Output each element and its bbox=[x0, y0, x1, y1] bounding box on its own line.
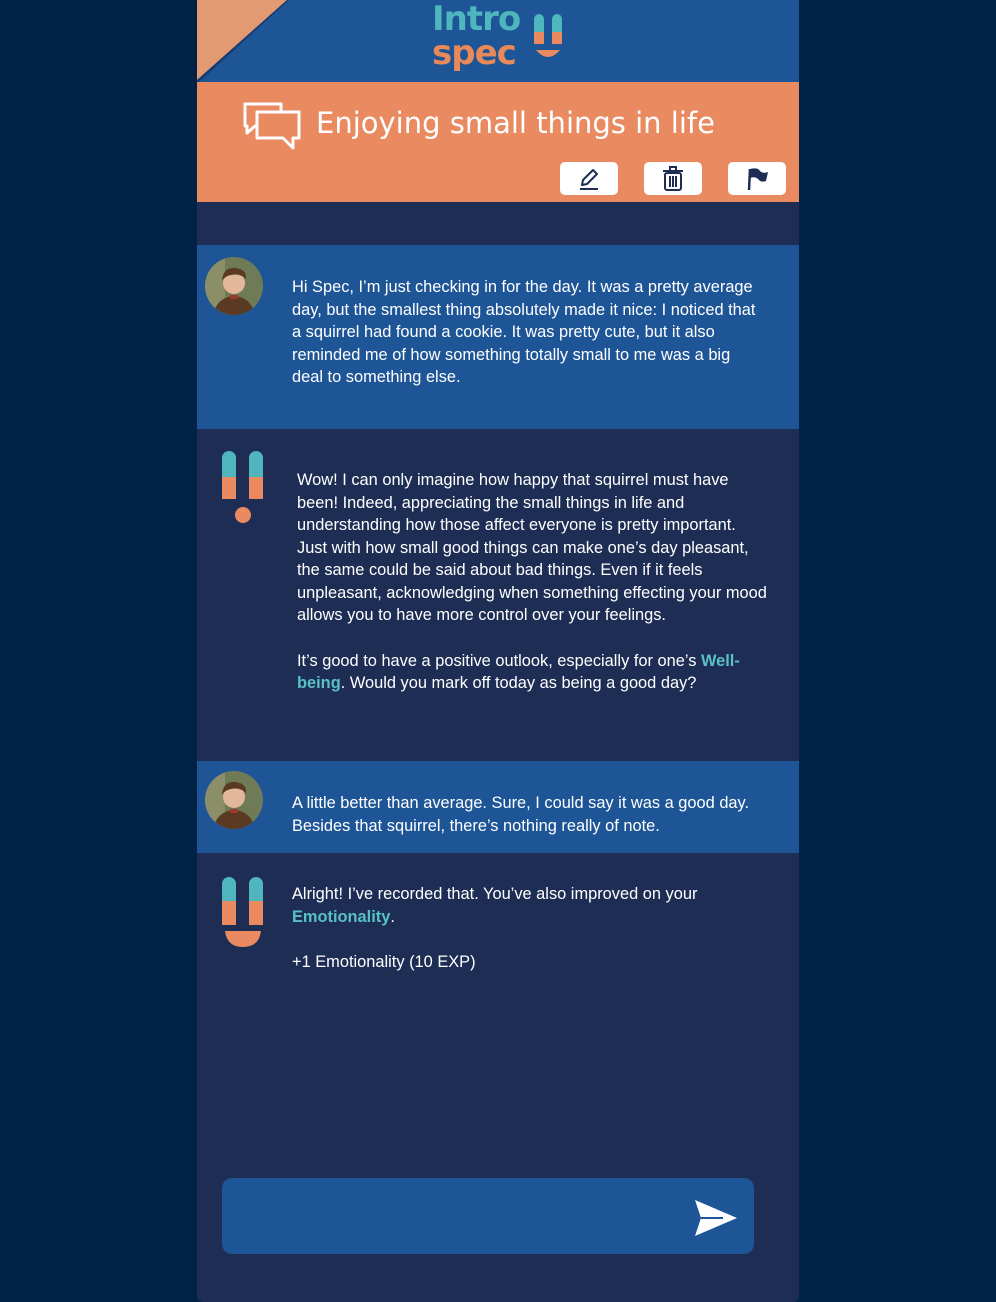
message-paragraph: Hi Spec, I’m just checking in for the da… bbox=[292, 278, 756, 386]
user-message: Hi Spec, I’m just checking in for the da… bbox=[197, 245, 799, 429]
bot-message: Alright! I’ve recorded that. You’ve also… bbox=[197, 853, 799, 1013]
delete-button[interactable] bbox=[644, 162, 702, 195]
user-photo-icon bbox=[205, 771, 263, 829]
message-paragraph: It’s good to have a positive outlook, es… bbox=[297, 650, 767, 695]
logo-text-intro: Intro bbox=[432, 0, 521, 39]
edit-button[interactable] bbox=[560, 162, 618, 195]
spec-avatar-icon bbox=[222, 451, 263, 523]
message-text: Hi Spec, I’m just checking in for the da… bbox=[292, 276, 762, 389]
corner-decoration bbox=[197, 0, 289, 82]
text-span: Alright! I’ve recorded that. You’ve also… bbox=[292, 885, 698, 903]
user-avatar[interactable] bbox=[205, 257, 263, 315]
message-input[interactable] bbox=[240, 1198, 684, 1236]
send-icon[interactable] bbox=[693, 1198, 739, 1238]
user-message: A little better than average. Sure, I co… bbox=[197, 761, 799, 853]
topic-header: Enjoying small things in life bbox=[197, 82, 799, 202]
pencil-icon bbox=[580, 168, 598, 190]
flag-icon bbox=[747, 167, 768, 190]
message-paragraph: A little better than average. Sure, I co… bbox=[292, 794, 750, 835]
message-text: Alright! I’ve recorded that. You’ve also… bbox=[292, 883, 762, 974]
intro-spec-logo[interactable]: Intro spec bbox=[430, 2, 570, 78]
text-span: . Would you mark off today as being a go… bbox=[340, 674, 697, 692]
emotionality-link[interactable]: Emotionality bbox=[292, 908, 390, 926]
user-photo-icon bbox=[205, 257, 263, 315]
chat-bubbles-icon bbox=[243, 102, 301, 150]
spec-mark-icon bbox=[534, 14, 562, 57]
message-text: Wow! I can only imagine how happy that s… bbox=[297, 469, 767, 695]
text-span: It’s good to have a positive outlook, es… bbox=[297, 651, 701, 670]
report-button[interactable] bbox=[728, 162, 786, 195]
message-paragraph: Wow! I can only imagine how happy that s… bbox=[297, 471, 767, 624]
topic-title: Enjoying small things in life bbox=[316, 106, 715, 140]
exp-reward-text: +1 Emotionality (10 EXP) bbox=[292, 953, 476, 971]
app-screen: Intro spec Enjoying small things in life bbox=[197, 0, 799, 1302]
top-bar: Intro spec bbox=[197, 0, 799, 82]
spec-avatar-icon bbox=[222, 877, 263, 947]
message-paragraph: Alright! I’ve recorded that. You’ve also… bbox=[292, 883, 762, 928]
logo-text-spec: spec bbox=[432, 33, 517, 73]
trash-icon bbox=[663, 165, 683, 191]
bot-message: Wow! I can only imagine how happy that s… bbox=[197, 429, 799, 761]
text-span: . bbox=[390, 907, 395, 926]
message-composer bbox=[222, 1178, 754, 1254]
user-avatar[interactable] bbox=[205, 771, 263, 829]
message-text: A little better than average. Sure, I co… bbox=[292, 792, 762, 837]
